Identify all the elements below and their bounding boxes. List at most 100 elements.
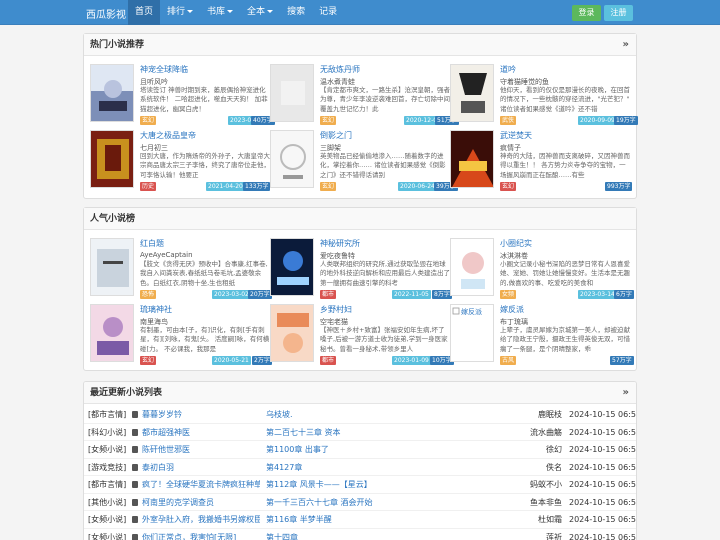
book-icon: [132, 428, 138, 436]
update-date-badge: 2020-06-24: [398, 182, 437, 191]
book-cover[interactable]: 嫁反派: [450, 304, 494, 362]
cover-image: [451, 65, 493, 121]
chapter-link[interactable]: 乌枝坡.: [266, 406, 466, 424]
login-button[interactable]: 登录: [572, 5, 601, 21]
chapter-link[interactable]: 第4127章: [266, 459, 466, 477]
list-item: [女频小说] 陈矸他世邪医 第1100章 出事了 徐幻 2024-10-15 0…: [84, 441, 637, 459]
category-label[interactable]: [女频小说]: [88, 529, 126, 540]
genre-badge: 玄幻: [500, 182, 517, 191]
novel-title-link[interactable]: 泰初白羽: [142, 459, 260, 477]
update-time: 2024-10-15 06:54: [569, 532, 637, 540]
update-time: 2024-10-15 06:54: [569, 445, 637, 454]
list-item: [其他小说] 柯南里的克学调查员 第一千三百六十七章 酒会开始 鱼本非鱼 202…: [84, 494, 636, 512]
update-date-badge: 2020-09-09: [578, 116, 617, 125]
chapter-link[interactable]: 第116章 半梦半醒: [266, 511, 466, 529]
more-arrow-icon[interactable]: »: [623, 34, 629, 56]
book-icon: [132, 498, 138, 506]
genre-badge: 历史: [140, 182, 157, 191]
nav-ranking[interactable]: 排行: [160, 0, 200, 25]
book-cover[interactable]: [270, 238, 314, 296]
word-count-badge: 993万字: [605, 182, 633, 191]
cover-image: [271, 239, 313, 295]
book-title[interactable]: 道吟: [500, 64, 516, 75]
chapter-link[interactable]: 第1100章 出事了: [266, 441, 466, 459]
panel-heading: 热门小说推荐 »: [84, 34, 636, 56]
category-label[interactable]: [科幻小说]: [88, 424, 126, 442]
book-title[interactable]: 神宠全球降临: [140, 64, 188, 75]
book-title[interactable]: 琉璃神社: [140, 304, 172, 315]
list-item: [都市言情] 暮暮岁岁钤 乌枝坡. 鹿眠枝 2024-10-15 06:54: [84, 406, 636, 424]
genre-badge: 都市: [320, 290, 337, 299]
book-title[interactable]: 倒影之门: [320, 130, 352, 141]
category-label[interactable]: [女频小说]: [88, 511, 126, 529]
nav-complete[interactable]: 全本: [240, 0, 280, 25]
book-card: 小圈纪实 冰淇淋卷 小圈文记录小秘书深陷的恶梦日常有人恩喜爱她、宠她、罚她让她慢…: [450, 238, 634, 300]
chapter-link[interactable]: 第112章 风景卡——【星云】: [266, 476, 466, 494]
book-card: 神宠全球降临 且听风吟 塔读签订 神兽时期到来，萎辰偶拾神宠进化系统软件！ 二哈…: [90, 64, 275, 126]
cover-image: [91, 65, 133, 121]
book-cover[interactable]: [450, 64, 494, 122]
category-label[interactable]: [都市言情]: [88, 406, 126, 424]
book-cover[interactable]: [270, 304, 314, 362]
nav-home[interactable]: 首页: [128, 0, 161, 25]
book-title[interactable]: 嫁反派: [500, 304, 524, 315]
book-cover[interactable]: [90, 130, 134, 188]
book-card: 乡野村妇 空宅老猫 【神医＋乡村+致富】张福安如年生病,坏了嗓子,后被一游方道士…: [270, 304, 454, 366]
category-label[interactable]: [都市言情]: [88, 476, 126, 494]
novel-title-link[interactable]: 疯了！全球硬华夏流卡牌疯狂种草: [142, 476, 260, 494]
book-cover[interactable]: [90, 64, 134, 122]
book-cover[interactable]: [270, 130, 314, 188]
book-cover[interactable]: [270, 64, 314, 122]
book-description: 英美物品已经偷偷地渗入……随着数字的进化，掌控着你…… 诸位读者如果感觉《倒影之…: [320, 152, 446, 179]
book-cover[interactable]: [90, 238, 134, 296]
word-count-badge: 6万字: [614, 290, 634, 299]
genre-badge: 都市: [320, 356, 337, 365]
nav-history[interactable]: 记录: [312, 0, 344, 25]
book-title[interactable]: 神秘研究所: [320, 238, 360, 249]
book-cover[interactable]: [450, 130, 494, 188]
book-title[interactable]: 大唐之极品皇帝: [140, 130, 196, 141]
novel-title-link[interactable]: 柯南里的克学调查员: [142, 494, 260, 512]
list-item: [都市言情] 疯了！全球硬华夏流卡牌疯狂种草 第112章 风景卡——【星云】 蚂…: [84, 476, 636, 494]
category-label[interactable]: [其他小说]: [88, 494, 126, 512]
chapter-link[interactable]: 第二百七十三章 资本: [266, 424, 466, 442]
register-button[interactable]: 注册: [604, 5, 633, 21]
book-card: 道吟 守着猫睡觉的鱼 他仰天，看到的仅仅是那漫长的夜晚，在回首的情况下，一些枕骸…: [450, 64, 638, 126]
site-brand[interactable]: 西瓜影视: [86, 6, 126, 21]
novel-title-link[interactable]: 都市超强神医: [142, 424, 260, 442]
novel-title-link[interactable]: 暮暮岁岁钤: [142, 406, 260, 424]
category-label[interactable]: [女频小说]: [88, 441, 126, 459]
book-description: 人类联邦组织的研究所,通过获取坠毁在地球的地外科技逆向解析和应用最后人类建造出了…: [320, 260, 450, 287]
author-name: 徐幻: [546, 445, 562, 454]
hot-novels-panel: 热门小说推荐 » 神宠全球降临 且听风吟 塔读签订 神兽时期到来，萎辰偶拾神宠进…: [83, 33, 638, 199]
book-title[interactable]: 乡野村妇: [320, 304, 352, 315]
chapter-link[interactable]: 第一千三百六十七章 酒会开始: [266, 494, 466, 512]
book-title[interactable]: 红白题: [140, 238, 164, 249]
book-title[interactable]: 武逆焚天: [500, 130, 532, 141]
book-card: 无敌炼丹师 温水煮青蛙 【肯定都市爽文，一路生杀】沧溟皇朝，强者为尊，青少年李凌…: [270, 64, 459, 126]
panel-heading: 最近更新小说列表 »: [84, 382, 636, 404]
list-item: [科幻小说] 都市超强神医 第二百七十三章 资本 流水曲觞 2024-10-15…: [84, 424, 637, 442]
book-title[interactable]: 无敌炼丹师: [320, 64, 360, 75]
book-description: 有制墨，可由本[子，有]识化，有刺[手有刺星，有][刘咏，有鬼[头。 活度嗣]咏…: [140, 326, 270, 353]
more-arrow-icon[interactable]: »: [623, 382, 629, 404]
update-date-badge: 2021-04-20: [206, 182, 245, 191]
genre-badge: 女频: [500, 290, 517, 299]
chapter-link[interactable]: 第十四章: [266, 529, 466, 540]
author-name: 鹿眠枝: [538, 410, 562, 419]
book-description: 他仰天，看到的仅仅是那漫长的夜晚，在回首的情况下，一些枕骸的穿径流进，"光芒犯？…: [500, 86, 630, 113]
popular-novels-panel: 人气小说榜 红白题 AyeAyeCaptain 【肢文《贪得无厌》预收中】合事康…: [83, 207, 637, 371]
update-date-badge: 2023-03-14: [578, 290, 617, 299]
update-time: 2024-10-15 06:54: [569, 427, 637, 437]
nav-search[interactable]: 搜索: [280, 0, 312, 25]
book-cover[interactable]: [450, 238, 494, 296]
panel-title: 热门小说推荐: [90, 40, 145, 50]
novel-title-link[interactable]: 你们正常点，我害怕[无限]: [142, 529, 260, 540]
book-title[interactable]: 小圈纪实: [500, 238, 532, 249]
novel-title-link[interactable]: 外室孕肚入府，我搬婚书另嫁权臣: [142, 511, 260, 529]
novel-title-link[interactable]: 陈矸他世邪医: [142, 441, 260, 459]
book-description: 回到大唐，作为隋炀帝的外孙子，大唐皇帝大宗商品唐太宗三子李恪，终究了唐帝位走他，…: [140, 152, 270, 179]
category-label[interactable]: [游戏竞技]: [88, 459, 126, 477]
nav-library[interactable]: 书库: [200, 0, 240, 25]
book-cover[interactable]: [90, 304, 134, 362]
